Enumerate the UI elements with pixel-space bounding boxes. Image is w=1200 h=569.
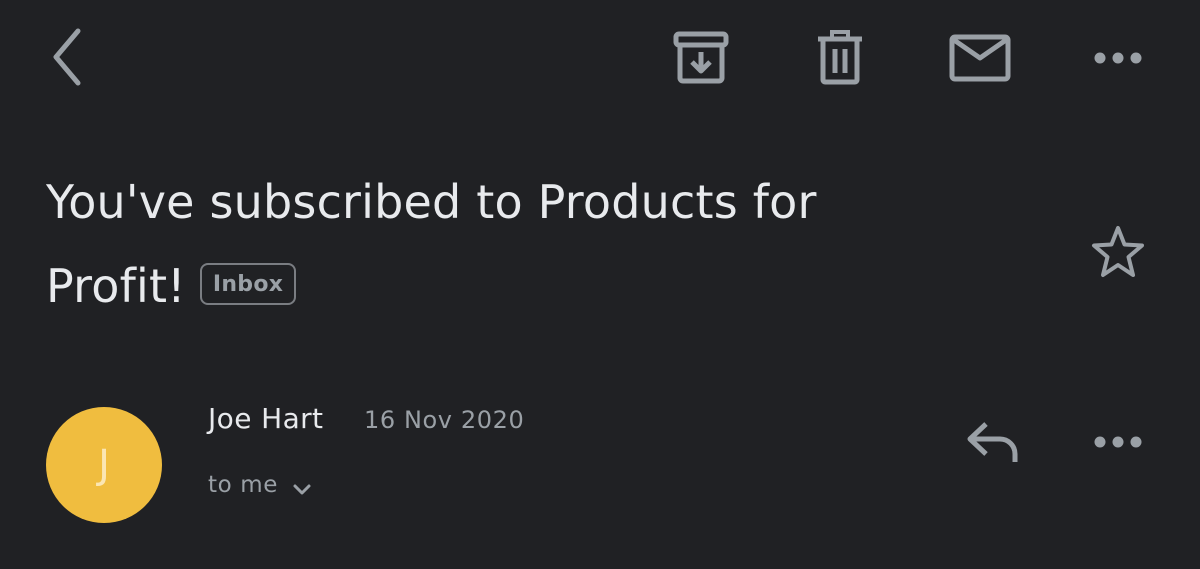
chevron-down-icon (293, 484, 311, 495)
back-arrow-icon (53, 28, 81, 86)
delete-button[interactable] (810, 26, 870, 88)
archive-icon (673, 31, 729, 84)
recipient-text: to me (208, 472, 278, 498)
more-options-button[interactable] (1088, 40, 1148, 76)
mail-icon (949, 34, 1011, 82)
sender-name: Joe Hart (208, 402, 324, 435)
email-subject: You've subscribed to Products for Profit… (46, 160, 946, 328)
archive-button[interactable] (668, 28, 734, 88)
reply-button[interactable] (960, 416, 1024, 468)
recipient-details-toggle[interactable]: to me (208, 472, 312, 498)
reply-icon (967, 422, 1018, 462)
more-horizontal-icon (1094, 436, 1142, 448)
email-view-screen: You've subscribed to Products for Profit… (0, 0, 1200, 569)
more-horizontal-icon (1094, 52, 1142, 64)
star-button[interactable] (1088, 222, 1148, 282)
back-button[interactable] (36, 24, 96, 90)
sender-avatar[interactable]: J (46, 407, 162, 523)
avatar-letter: J (98, 442, 110, 488)
sent-date: 16 Nov 2020 (364, 406, 525, 434)
inbox-label-chip[interactable]: Inbox (199, 262, 297, 305)
trash-icon (818, 30, 862, 85)
message-more-options-button[interactable] (1088, 424, 1148, 460)
mark-unread-button[interactable] (944, 30, 1016, 86)
star-icon (1092, 226, 1144, 277)
subject-text: You've subscribed to Products for Profit… (46, 175, 817, 313)
